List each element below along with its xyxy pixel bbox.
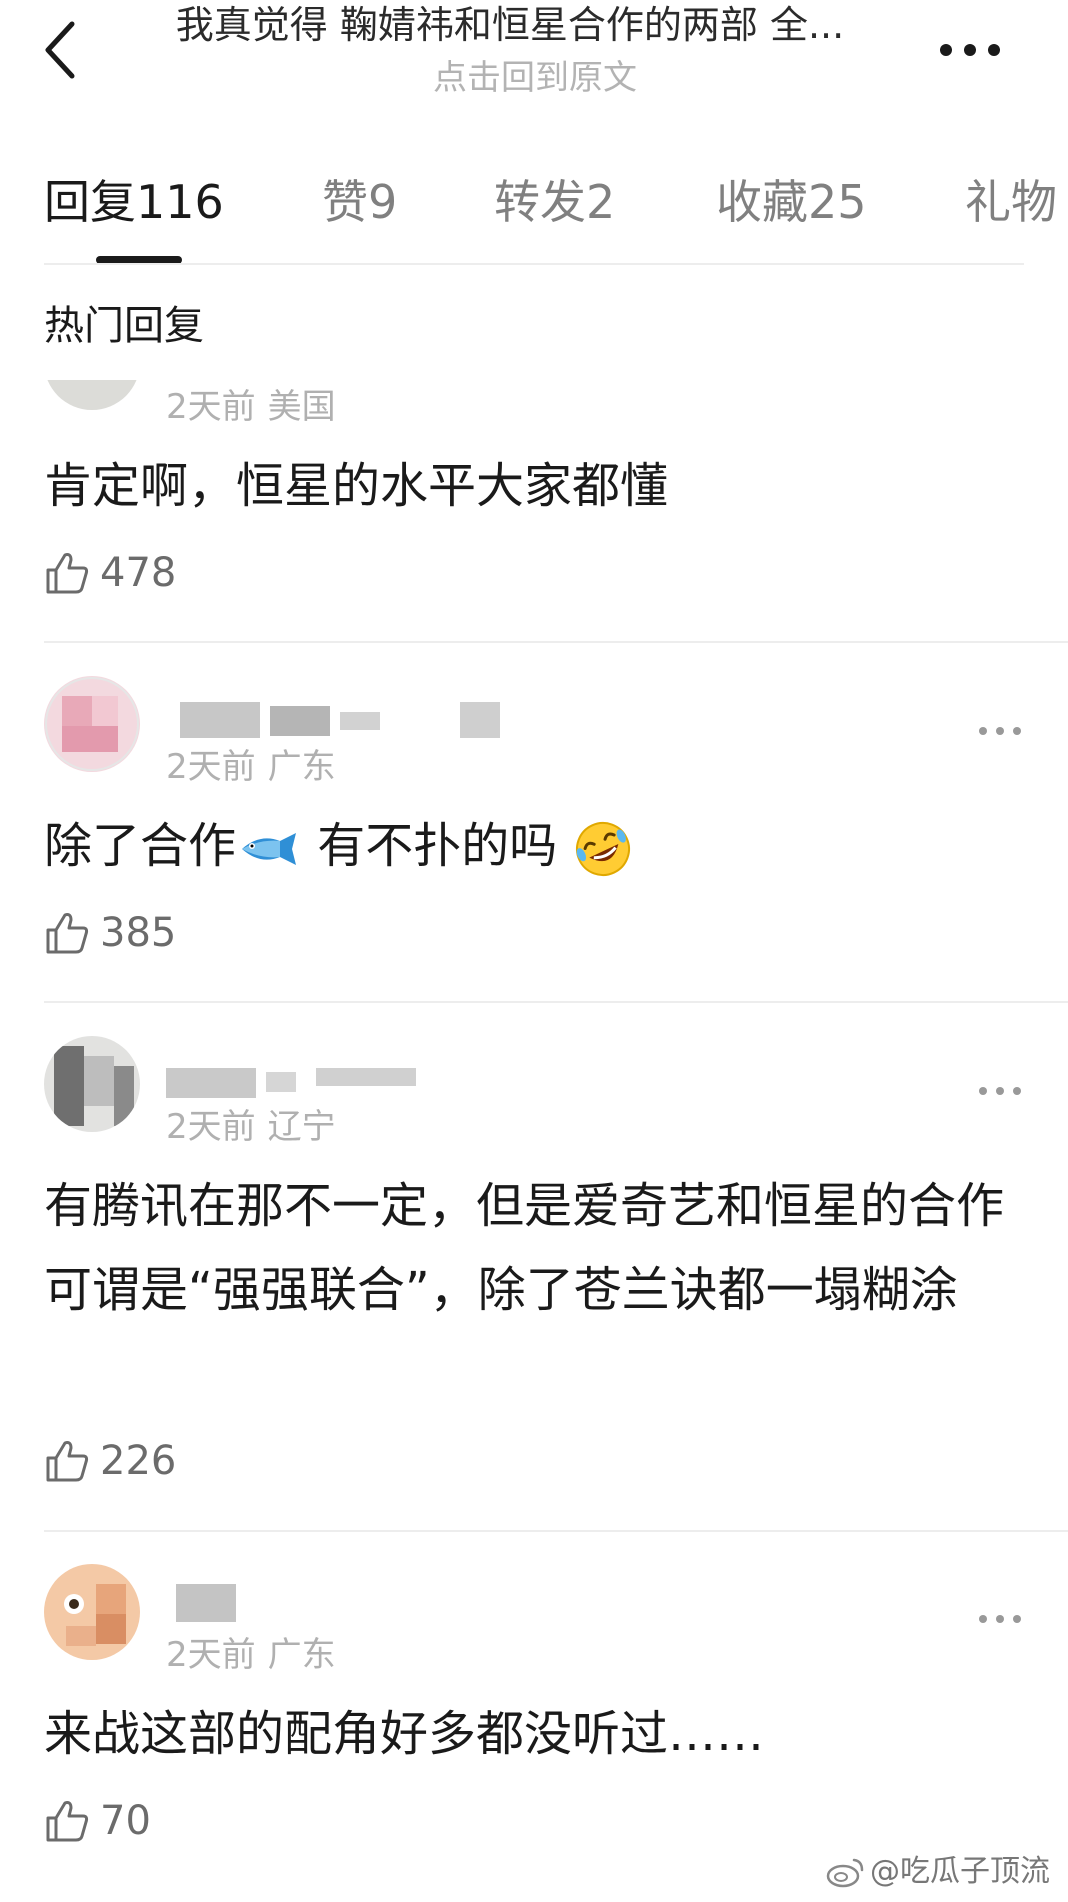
comment-text: 有腾讯在那不一定，但是爱奇艺和恒星的合作可谓是“强强联合”，除了苍兰诀都一塌糊涂 [44, 1178, 1005, 1318]
tab-replies-count: 116 [136, 175, 224, 229]
comment-text: 来战这部的配角好多都没听过…… [44, 1706, 765, 1762]
comment-meta: 2天前 辽宁 [166, 1104, 336, 1150]
avatar-image [44, 1036, 140, 1132]
username-blurred[interactable] [166, 1058, 426, 1104]
more-dots-icon [940, 44, 1000, 56]
avatar[interactable] [44, 380, 140, 410]
tab-favorites[interactable]: 收藏25 [716, 160, 867, 245]
tab-likes-label: 赞 [322, 175, 368, 229]
tab-reposts[interactable]: 转发2 [494, 160, 615, 245]
tab-favorites-count: 25 [808, 175, 867, 229]
comment-more-button[interactable] [970, 713, 1030, 749]
comment-location: 广东 [267, 747, 336, 787]
username-blurred[interactable] [166, 1580, 266, 1626]
comment-more-button[interactable] [970, 1073, 1030, 1109]
comment-divider [44, 1530, 1068, 1532]
more-dots-icon [979, 1615, 1021, 1623]
like-button[interactable]: 385 [44, 908, 176, 958]
rofl-emoji [575, 822, 630, 876]
thumbs-up-icon [46, 553, 89, 594]
comment-text-part: 除了合作 [44, 818, 237, 874]
back-button[interactable] [30, 12, 90, 88]
comment-location: 辽宁 [267, 1107, 336, 1147]
comment-time: 2天前 [166, 1635, 256, 1675]
tabs-divider [44, 263, 1024, 265]
avatar-image [44, 676, 140, 772]
thumbs-up-icon [46, 913, 89, 954]
tab-reposts-label: 转发 [494, 175, 586, 229]
like-count: 70 [100, 1798, 151, 1844]
tab-likes-count: 9 [368, 175, 398, 229]
comment-location: 美国 [267, 387, 336, 427]
comment-meta: 2天前 美国 [166, 384, 336, 430]
avatar-image [44, 1564, 140, 1660]
comment-meta: 2天前 广东 [166, 1632, 336, 1678]
avatar[interactable] [44, 676, 140, 772]
post-title: 我真觉得 鞠婧祎和恒星合作的两部 全... [175, 3, 845, 47]
username-blurred[interactable] [180, 698, 500, 744]
section-title-hot-replies: 热门回复 [44, 303, 204, 349]
watermark-text: @吃瓜子顶流 [870, 1854, 1050, 1889]
avatar[interactable] [44, 1036, 140, 1132]
comment-text-part: 有不扑的吗 [317, 818, 558, 874]
comment-meta: 2天前 广东 [166, 744, 336, 790]
fish-emoji [242, 833, 297, 865]
back-to-original-link[interactable]: 点击回到原文 [120, 56, 950, 100]
more-dots-icon [979, 1087, 1021, 1095]
thumbs-up-icon [46, 1801, 89, 1842]
more-dots-icon [979, 727, 1021, 735]
thumbs-up-icon [46, 1441, 89, 1482]
tab-gifts[interactable]: 礼物 [965, 160, 1068, 245]
watermark: @吃瓜子顶流 [826, 1852, 1050, 1892]
like-button[interactable]: 226 [44, 1436, 176, 1486]
comment-text: 肯定啊，恒星的水平大家都懂 [44, 458, 669, 514]
like-button[interactable]: 70 [44, 1796, 151, 1846]
like-button[interactable]: 478 [44, 548, 176, 598]
tab-gifts-label: 礼物 [965, 175, 1057, 229]
comment-time: 2天前 [166, 387, 256, 427]
avatar[interactable] [44, 1564, 140, 1660]
tab-bar: 回复116 赞9 转发2 收藏25 礼物 [0, 160, 1068, 245]
like-count: 226 [100, 1438, 177, 1484]
comment-divider [44, 1001, 1068, 1003]
tab-likes[interactable]: 赞9 [322, 160, 397, 245]
more-options-button[interactable] [935, 30, 1005, 70]
chevron-left-icon [45, 21, 75, 79]
comment-location: 广东 [267, 1635, 336, 1675]
tab-reposts-count: 2 [586, 175, 616, 229]
tab-replies[interactable]: 回复116 [44, 160, 224, 245]
comment-more-button[interactable] [970, 1601, 1030, 1637]
weibo-logo-icon [826, 1858, 864, 1888]
like-count: 478 [100, 550, 177, 596]
comment-time: 2天前 [166, 1107, 256, 1147]
tab-favorites-label: 收藏 [716, 175, 808, 229]
like-count: 385 [100, 910, 177, 956]
tab-replies-label: 回复 [44, 175, 136, 229]
comment-divider [44, 641, 1068, 643]
comment-text: 除了合作 有不扑的吗 [44, 804, 1024, 888]
comment-time: 2天前 [166, 747, 256, 787]
